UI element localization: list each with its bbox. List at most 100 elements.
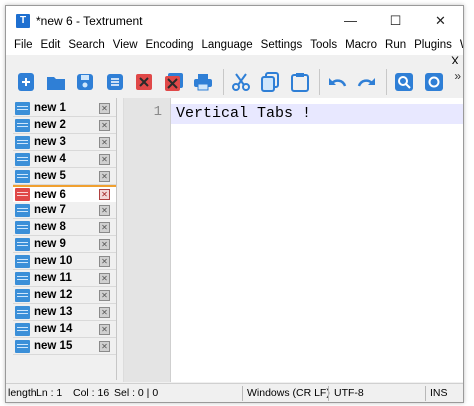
print-icon	[194, 74, 212, 91]
editor-line-text[interactable]: Vertical Tabs !	[176, 105, 311, 122]
maximize-button[interactable]: ☐	[373, 6, 418, 35]
tab-new-7[interactable]: new 7 ✕	[13, 202, 116, 219]
close-window-button[interactable]: ✕	[418, 6, 463, 35]
tab-new-3[interactable]: new 3 ✕	[13, 134, 116, 151]
menu-tools[interactable]: Tools	[306, 39, 341, 51]
redo-button[interactable]	[355, 70, 379, 94]
undo-button[interactable]	[325, 70, 349, 94]
print-button[interactable]	[191, 70, 215, 94]
tab-close-icon[interactable]: ✕	[99, 102, 110, 114]
tab-close-icon[interactable]: ✕	[99, 255, 110, 267]
tab-new-5[interactable]: new 5 ✕	[13, 168, 116, 185]
new-file-button[interactable]	[14, 70, 38, 94]
document-icon	[15, 271, 30, 285]
menu-edit[interactable]: Edit	[37, 39, 65, 51]
tab-close-icon[interactable]: ✕	[99, 136, 110, 148]
menu-settings[interactable]: Settings	[257, 39, 307, 51]
undo-icon	[329, 78, 347, 87]
toolbar-overflow-button[interactable]: »	[454, 69, 461, 83]
tab-new-13[interactable]: new 13 ✕	[13, 304, 116, 321]
editor-area[interactable]: 1 Vertical Tabs !	[123, 98, 463, 382]
cut-button[interactable]	[229, 70, 253, 94]
status-selection: Sel : 0 | 0	[114, 387, 159, 399]
save-button[interactable]	[73, 70, 97, 94]
tab-close-icon[interactable]: ✕	[99, 289, 110, 301]
tab-label: new 9	[34, 238, 66, 250]
tab-new-2[interactable]: new 2 ✕	[13, 117, 116, 134]
tab-close-icon[interactable]: ✕	[99, 340, 110, 352]
status-insert-mode: INS	[430, 387, 448, 399]
tab-close-icon[interactable]: ✕	[99, 238, 110, 250]
menu-window[interactable]: Window	[456, 39, 463, 51]
tab-new-12[interactable]: new 12 ✕	[13, 287, 116, 304]
document-icon	[15, 237, 30, 251]
tab-new-4[interactable]: new 4 ✕	[13, 151, 116, 168]
toolbar	[6, 64, 463, 100]
tab-close-icon[interactable]: ✕	[99, 221, 110, 233]
window-controls: — ☐ ✕	[328, 6, 463, 35]
document-icon	[15, 135, 30, 149]
menu-run[interactable]: Run	[381, 39, 410, 51]
unsaved-document-icon	[15, 188, 30, 201]
tab-close-icon[interactable]: ✕	[99, 272, 110, 284]
tab-label: new 1	[34, 102, 66, 114]
save-all-button[interactable]	[103, 70, 127, 94]
menu-view[interactable]: View	[109, 39, 142, 51]
menu-encoding[interactable]: Encoding	[142, 39, 198, 51]
new-file-icon	[18, 73, 34, 91]
document-icon	[15, 288, 30, 302]
tab-close-icon[interactable]: ✕	[99, 119, 110, 131]
status-length: length	[8, 387, 36, 399]
tab-new-1[interactable]: new 1 ✕	[13, 100, 116, 117]
tab-new-9[interactable]: new 9 ✕	[13, 236, 116, 253]
app-window: T *new 6 - Textrument — ☐ ✕ File Edit Se…	[5, 5, 464, 403]
document-icon	[15, 101, 30, 115]
paste-icon	[290, 73, 309, 92]
menu-macro[interactable]: Macro	[341, 39, 381, 51]
menu-file[interactable]: File	[6, 39, 37, 51]
tab-close-icon[interactable]: ✕	[99, 323, 110, 335]
line-number-gutter: 1	[124, 98, 171, 382]
toolbar-separator	[222, 69, 224, 95]
tab-close-icon[interactable]: ✕	[99, 170, 110, 182]
paste-button[interactable]	[288, 70, 312, 94]
tab-new-10[interactable]: new 10 ✕	[13, 253, 116, 270]
document-icon	[15, 118, 30, 132]
tab-label: new 6	[34, 188, 66, 201]
status-divider	[242, 386, 243, 401]
tab-close-icon[interactable]: ✕	[99, 306, 110, 318]
tab-label: new 13	[34, 306, 73, 318]
open-file-button[interactable]	[44, 70, 68, 94]
copy-button[interactable]	[258, 70, 282, 94]
document-icon	[15, 339, 30, 353]
tab-label: new 15	[34, 340, 73, 352]
window-title: *new 6 - Textrument	[36, 13, 143, 28]
replace-button[interactable]	[422, 70, 446, 94]
tab-new-11[interactable]: new 11 ✕	[13, 270, 116, 287]
minimize-button[interactable]: —	[328, 6, 373, 35]
menu-search[interactable]: Search	[64, 39, 108, 51]
tab-new-6[interactable]: new 6 ✕	[13, 185, 116, 203]
tab-close-icon[interactable]: ✕	[99, 189, 110, 200]
tab-new-14[interactable]: new 14 ✕	[13, 321, 116, 338]
close-all-button[interactable]	[162, 70, 186, 94]
tab-label: new 7	[34, 204, 66, 216]
close-file-icon	[136, 74, 152, 90]
menu-language[interactable]: Language	[197, 39, 256, 51]
tab-close-icon[interactable]: ✕	[99, 204, 110, 216]
save-icon	[77, 74, 93, 90]
tab-label: new 8	[34, 221, 66, 233]
tab-label: new 3	[34, 136, 66, 148]
menu-bar: File Edit Search View Encoding Language …	[6, 35, 463, 55]
tab-panel-splitter[interactable]	[116, 98, 117, 380]
close-file-button[interactable]	[132, 70, 156, 94]
redo-icon	[357, 78, 375, 87]
line-number: 1	[153, 104, 162, 120]
menu-plugins[interactable]: Plugins	[410, 39, 456, 51]
tab-close-icon[interactable]: ✕	[99, 153, 110, 165]
tab-new-8[interactable]: new 8 ✕	[13, 219, 116, 236]
find-button[interactable]	[392, 70, 416, 94]
find-icon	[395, 73, 413, 91]
tab-new-15[interactable]: new 15 ✕	[13, 338, 116, 355]
tab-label: new 14	[34, 323, 73, 335]
